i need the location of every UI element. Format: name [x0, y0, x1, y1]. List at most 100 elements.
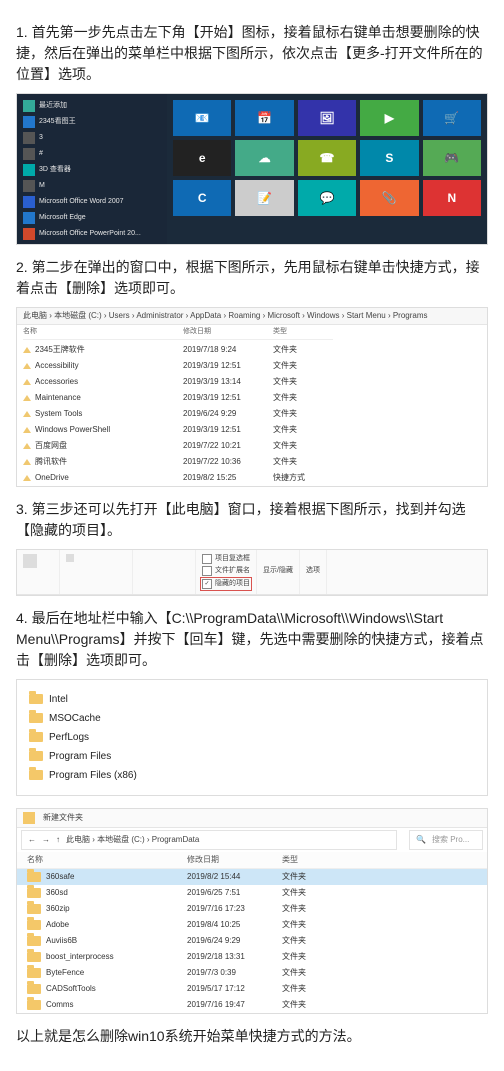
nav-up-icon[interactable]: ↑	[56, 834, 60, 846]
folder-date: 2019/7/3 0:39	[187, 967, 282, 979]
start-tile[interactable]: 🛒	[423, 100, 481, 136]
folder-type: 文件夹	[282, 999, 352, 1011]
checkbox-icon: ✓	[202, 579, 212, 589]
file-date: 2019/6/24 9:29	[183, 408, 273, 420]
file-date: 2019/3/19 12:51	[183, 392, 273, 404]
file-row[interactable]: Maintenance2019/3/19 12:51文件夹	[17, 390, 487, 406]
new-folder-icon[interactable]	[23, 812, 35, 824]
column-header[interactable]: 类型	[282, 854, 352, 866]
startmenu-app-item[interactable]: #	[17, 146, 167, 162]
folder-label: PerfLogs	[49, 730, 89, 745]
new-folder-button[interactable]: 新建文件夹	[43, 812, 83, 824]
file-row[interactable]: Accessibility2019/3/19 12:51文件夹	[17, 358, 487, 374]
folder-item[interactable]: PerfLogs	[29, 730, 475, 745]
column-header[interactable]: 名称	[23, 327, 183, 340]
start-tile[interactable]: 📎	[360, 180, 418, 216]
checkbox-label: 文件扩展名	[215, 566, 250, 577]
folder-row[interactable]: Comms2019/7/16 19:47文件夹	[17, 997, 487, 1013]
start-tile[interactable]: 💬	[298, 180, 356, 216]
folder-type: 文件夹	[282, 903, 352, 915]
start-tile[interactable]: 📧	[173, 100, 231, 136]
folder-date: 2019/8/2 15:44	[187, 871, 282, 883]
shortcut-icon	[23, 395, 31, 401]
start-tile[interactable]: ▶	[360, 100, 418, 136]
app-icon	[23, 196, 35, 208]
step3-text: 3. 第三步还可以先打开【此电脑】窗口，接着根据下图所示，找到并勾选【隐藏的项目…	[16, 499, 488, 541]
startmenu-app-item[interactable]: 最近添加	[17, 98, 167, 114]
column-header[interactable]: 修改日期	[187, 854, 282, 866]
folder-type: 文件夹	[282, 887, 352, 899]
startmenu-app-item[interactable]: 2345看图王	[17, 114, 167, 130]
startmenu-app-item[interactable]: Microsoft Office Word 2007	[17, 194, 167, 210]
view-checkbox-文件扩展名[interactable]: 文件扩展名	[202, 566, 250, 577]
checkbox-label: 项目复选框	[215, 554, 250, 565]
file-row[interactable]: 2345王牌软件2019/7/18 9:24文件夹	[17, 342, 487, 358]
app-label: 3D 查看器	[39, 165, 71, 176]
startmenu-app-item[interactable]: Microsoft Office PowerPoint 20...	[17, 226, 167, 242]
view-checkbox-隐藏的项目[interactable]: ✓隐藏的项目	[202, 579, 250, 590]
start-tile[interactable]: C	[173, 180, 231, 216]
file-date: 2019/7/22 10:36	[183, 456, 273, 468]
start-tile[interactable]: 🎮	[423, 140, 481, 176]
file-row[interactable]: System Tools2019/6/24 9:29文件夹	[17, 406, 487, 422]
breadcrumb[interactable]: 此电脑 › 本地磁盘 (C:) › Users › Administrator …	[17, 308, 487, 325]
folder-row[interactable]: Auviis6B2019/6/24 9:29文件夹	[17, 933, 487, 949]
column-header[interactable]: 修改日期	[183, 327, 273, 340]
folder-row[interactable]: ByteFence2019/7/3 0:39文件夹	[17, 965, 487, 981]
nav-pane-icon	[23, 554, 37, 568]
ribbon-options-button[interactable]: 选项	[306, 566, 320, 577]
view-checkbox-项目复选框[interactable]: 项目复选框	[202, 554, 250, 565]
folder-label: Intel	[49, 692, 68, 707]
app-label: 2345看图王	[39, 117, 76, 128]
folder-icon	[27, 872, 41, 882]
nav-fwd-icon[interactable]: →	[42, 834, 50, 846]
start-tile[interactable]: 📝	[235, 180, 293, 216]
startmenu-app-item[interactable]: 3D 查看器	[17, 162, 167, 178]
folder-icon	[27, 904, 41, 914]
folder-icon	[27, 1000, 41, 1010]
start-tile[interactable]: e	[173, 140, 231, 176]
folder-icon	[27, 984, 41, 994]
figure-startmenu: 最近添加 2345看图王 3#3D 查看器 MMicrosoft Office Wor…	[16, 93, 488, 245]
folder-row[interactable]: CADSoftTools2019/5/17 17:12文件夹	[17, 981, 487, 997]
file-row[interactable]: Accessories2019/3/19 13:14文件夹	[17, 374, 487, 390]
folder-row[interactable]: 360sd2019/6/25 7:51文件夹	[17, 885, 487, 901]
folder-row[interactable]: 360zip2019/7/16 17:23文件夹	[17, 901, 487, 917]
column-header[interactable]: 名称	[27, 854, 187, 866]
nav-back-icon[interactable]: ←	[28, 834, 36, 846]
startmenu-app-item[interactable]: Microsoft Store	[17, 242, 167, 244]
checkbox-label: 隐藏的项目	[215, 579, 250, 590]
ribbon-group-label: 显示/隐藏	[263, 566, 293, 577]
column-header[interactable]: 类型	[273, 327, 333, 340]
folder-icon	[27, 952, 41, 962]
start-tile[interactable]: 🖼	[298, 100, 356, 136]
file-name: 2345王牌软件	[35, 344, 85, 356]
folder-row[interactable]: boost_interprocess2019/2/18 13:31文件夹	[17, 949, 487, 965]
file-row[interactable]: 百度网盘2019/7/22 10:21文件夹	[17, 438, 487, 454]
folder-icon	[27, 968, 41, 978]
folder-item[interactable]: Program Files (x86)	[29, 768, 475, 783]
file-type: 文件夹	[273, 456, 333, 468]
start-tile[interactable]: ☁	[235, 140, 293, 176]
folder-name: 360sd	[46, 887, 68, 899]
file-name: Accessories	[35, 376, 78, 388]
folder-row[interactable]: 360safe2019/8/2 15:44文件夹	[17, 869, 487, 885]
folder-item[interactable]: Program Files	[29, 749, 475, 764]
file-name: 腾讯软件	[35, 456, 67, 468]
start-tile[interactable]: 📅	[235, 100, 293, 136]
start-tile[interactable]: N	[423, 180, 481, 216]
folder-row[interactable]: Adobe2019/8/4 10:25文件夹	[17, 917, 487, 933]
file-row[interactable]: 腾讯软件 2019/7/22 10:36文件夹	[17, 454, 487, 470]
breadcrumb[interactable]: 此电脑 › 本地磁盘 (C:) › ProgramData	[66, 834, 390, 846]
start-tile[interactable]: ☎	[298, 140, 356, 176]
file-row[interactable]: Windows PowerShell2019/3/19 12:51文件夹	[17, 422, 487, 438]
startmenu-app-item[interactable]: M	[17, 178, 167, 194]
start-tile[interactable]: S	[360, 140, 418, 176]
folder-type: 文件夹	[282, 951, 352, 963]
search-input[interactable]: 搜索 Pro...	[432, 834, 469, 846]
startmenu-app-item[interactable]: Microsoft Edge	[17, 210, 167, 226]
file-row[interactable]: OneDrive2019/8/2 15:25快捷方式	[17, 470, 487, 486]
folder-date: 2019/7/16 17:23	[187, 903, 282, 915]
folder-item[interactable]: Intel	[29, 692, 475, 707]
startmenu-app-item[interactable]: 3	[17, 130, 167, 146]
